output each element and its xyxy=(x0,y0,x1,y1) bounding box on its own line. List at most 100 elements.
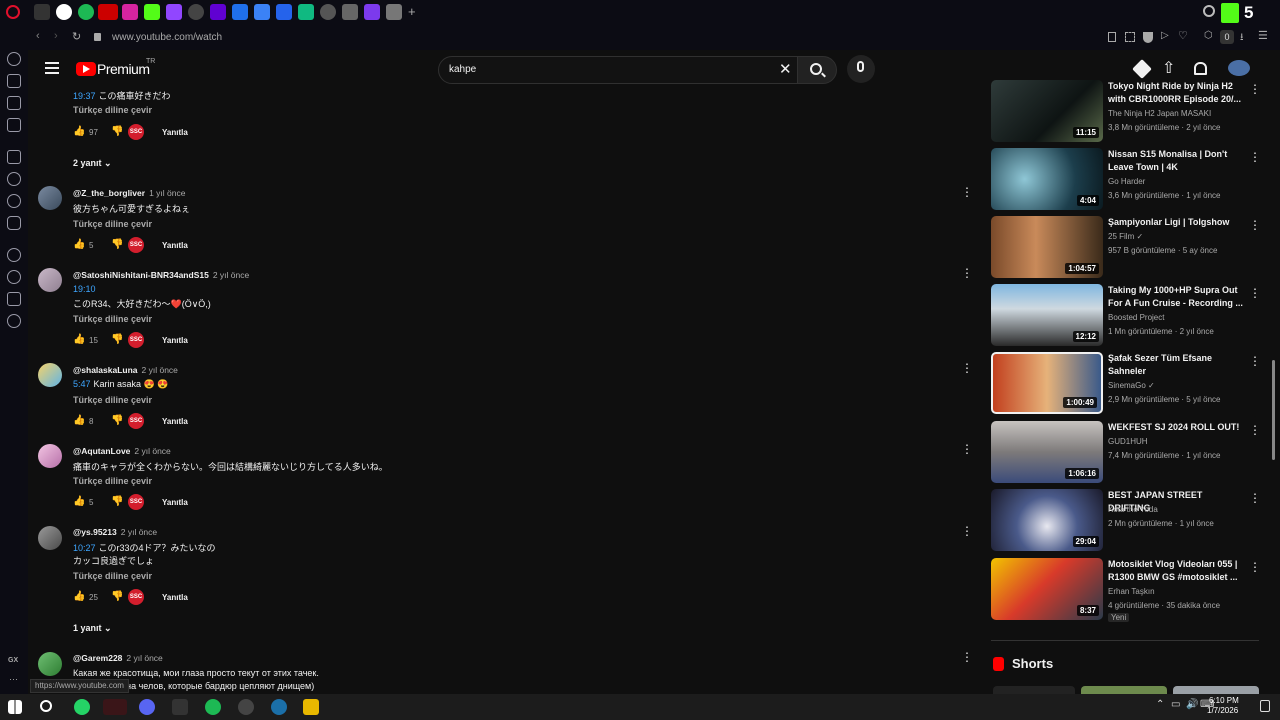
video-thumbnail[interactable]: 1:06:16 xyxy=(991,421,1103,483)
related-video-item[interactable]: 4:04 Nissan S15 Monalisa | Don't Leave T… xyxy=(991,148,1261,212)
tab-icon-10[interactable] xyxy=(254,4,270,20)
dislike-icon[interactable]: 👎 xyxy=(111,591,123,602)
related-video-item[interactable]: 29:04 BEST JAPAN STREET DRIFTING Kota th… xyxy=(991,489,1261,553)
related-video-item[interactable]: 1:06:16 WEKFEST SJ 2024 ROLL OUT! GUD1HU… xyxy=(991,421,1261,485)
related-video-item[interactable]: 8:37 Motosiklet Vlog Videoları 055 | R13… xyxy=(991,558,1261,622)
tab-icon-google[interactable] xyxy=(56,4,72,20)
tab-icon-instagram[interactable] xyxy=(122,4,138,20)
video-title[interactable]: Nissan S15 Monalisa | Don't Leave Town |… xyxy=(1108,148,1246,174)
show-replies-button[interactable]: 2 yanıt ⌄ xyxy=(73,158,112,169)
related-video-item[interactable]: 12:12 Taking My 1000+HP Supra Out For A … xyxy=(991,284,1261,348)
comment-author[interactable]: @Z_the_borgliver 1 yıl önce xyxy=(73,188,185,198)
comment-author[interactable]: @SatoshiNishitani-BNR34andS15 2 yıl önce xyxy=(73,270,249,280)
volume-icon[interactable]: 🔊 xyxy=(1186,699,1198,710)
search-input-text[interactable]: kahpe xyxy=(449,64,476,75)
comment-menu-icon[interactable]: ⋮ xyxy=(961,650,973,664)
tab-icon-13[interactable] xyxy=(320,4,336,20)
search-input[interactable]: kahpe ✕ xyxy=(438,56,798,84)
avatar[interactable] xyxy=(38,526,62,550)
translate-link[interactable]: Türkçe diline çevir xyxy=(73,105,152,115)
sidebar-extensions-icon[interactable] xyxy=(7,292,21,306)
taskbar-opera-icon[interactable] xyxy=(103,699,127,715)
avatar[interactable] xyxy=(38,186,62,210)
comment-timestamp-link[interactable]: 10:27 xyxy=(73,543,96,553)
dislike-icon[interactable]: 👎 xyxy=(111,496,123,507)
tab-icon-16[interactable] xyxy=(386,4,402,20)
video-menu-icon[interactable]: ⋮ xyxy=(1249,354,1261,368)
sidebar-icon-4[interactable] xyxy=(7,118,21,132)
play-icon[interactable]: ▷ xyxy=(1161,30,1169,41)
menu-icon[interactable]: ☰ xyxy=(1258,29,1268,42)
kick-extension-icon[interactable] xyxy=(1221,3,1239,23)
taskbar-search-icon[interactable] xyxy=(40,700,52,712)
related-video-item[interactable]: 1:00:49 Şafak Sezer Tüm Efsane Sahneler … xyxy=(991,352,1261,416)
translate-link[interactable]: Türkçe diline çevir xyxy=(73,314,152,324)
channel-name[interactable]: Erhan Taşkın xyxy=(1108,587,1155,596)
notifications-icon[interactable] xyxy=(1260,700,1270,712)
tab-icon-14[interactable] xyxy=(342,4,358,20)
comment-menu-icon[interactable]: ⋮ xyxy=(961,524,973,538)
video-thumbnail[interactable]: 1:00:49 xyxy=(991,352,1103,414)
video-title[interactable]: Motosiklet Vlog Videoları 055 | R1300 BM… xyxy=(1108,558,1246,584)
channel-name[interactable]: GUD1HUH xyxy=(1108,437,1148,446)
shorts-thumbnail[interactable] xyxy=(1081,686,1167,694)
shield-icon[interactable] xyxy=(1143,32,1153,43)
clear-search-icon[interactable]: ✕ xyxy=(779,60,792,78)
sidebar-icon-3[interactable] xyxy=(7,96,21,110)
account-avatar[interactable] xyxy=(1228,60,1250,76)
upload-icon[interactable]: ⇧ xyxy=(1162,58,1175,78)
dislike-icon[interactable]: 👎 xyxy=(111,239,123,250)
reply-button[interactable]: Yanıtla xyxy=(162,241,188,250)
reply-button[interactable]: Yanıtla xyxy=(162,593,188,602)
sidebar-whatsapp-icon[interactable] xyxy=(7,194,21,208)
video-thumbnail[interactable]: 4:04 xyxy=(991,148,1103,210)
taskbar-steam-icon[interactable] xyxy=(271,699,287,715)
channel-name[interactable]: Go Harder xyxy=(1108,177,1145,186)
network-icon[interactable]: ▭ xyxy=(1171,699,1180,710)
adblock-counter[interactable]: 0 xyxy=(1220,30,1234,44)
video-menu-icon[interactable]: ⋮ xyxy=(1249,286,1261,300)
video-thumbnail[interactable]: 11:15 xyxy=(991,80,1103,142)
taskbar-app-icon[interactable] xyxy=(303,699,319,715)
sidebar-icon-1[interactable] xyxy=(7,52,21,66)
like-icon[interactable]: 👍 xyxy=(73,415,85,426)
comment-menu-icon[interactable]: ⋮ xyxy=(961,266,973,280)
reply-button[interactable]: Yanıtla xyxy=(162,336,188,345)
url-field[interactable]: www.youtube.com/watch xyxy=(112,32,222,43)
opera-logo-icon[interactable] xyxy=(6,5,20,19)
youtube-logo-icon[interactable] xyxy=(76,62,96,76)
sidebar-twitch-icon[interactable] xyxy=(7,150,21,164)
tab-icon-twitch[interactable] xyxy=(166,4,182,20)
like-icon[interactable]: 👍 xyxy=(73,496,85,507)
tab-icon-yahoo[interactable] xyxy=(210,4,226,20)
bookmark-icon[interactable] xyxy=(1108,32,1116,42)
sidebar-more-icon[interactable]: ··· xyxy=(9,674,18,684)
taskbar-discord-icon[interactable] xyxy=(139,699,155,715)
show-replies-button[interactable]: 1 yanıt ⌄ xyxy=(73,623,112,634)
avatar[interactable] xyxy=(38,444,62,468)
voice-search-button[interactable] xyxy=(847,55,875,83)
windows-start-icon[interactable] xyxy=(8,700,22,714)
taskbar-whatsapp-icon[interactable] xyxy=(74,699,90,715)
new-tab-icon[interactable]: + xyxy=(408,4,416,19)
channel-name[interactable]: Boosted Project xyxy=(1108,313,1164,322)
channel-name[interactable]: The Ninja H2 Japan MASAKI xyxy=(1108,109,1211,118)
reply-button[interactable]: Yanıtla xyxy=(162,128,188,137)
tab-icon-kick[interactable] xyxy=(144,4,160,20)
tab-icon-9[interactable] xyxy=(232,4,248,20)
video-title[interactable]: Tokyo Night Ride by Ninja H2 with CBR100… xyxy=(1108,80,1246,106)
like-icon[interactable]: 👍 xyxy=(73,334,85,345)
hamburger-menu-icon[interactable] xyxy=(45,62,59,74)
reload-icon[interactable]: ↻ xyxy=(72,30,81,43)
channel-name[interactable]: Kota the Yoda xyxy=(1108,505,1158,514)
tab-icon-youtube-active[interactable] xyxy=(98,4,118,20)
clock-time[interactable]: 6:10 PM xyxy=(1209,696,1239,705)
video-thumbnail[interactable]: 29:04 xyxy=(991,489,1103,551)
dislike-icon[interactable]: 👎 xyxy=(111,126,123,137)
related-video-item[interactable]: 1:04:57 Şampiyonlar Ligi | Tolgshow 25 F… xyxy=(991,216,1261,280)
comment-author[interactable]: @Garem228 2 yıl önce xyxy=(73,653,163,663)
tab-icon-1[interactable] xyxy=(34,4,50,20)
sidebar-instagram-icon[interactable] xyxy=(7,216,21,230)
video-thumbnail[interactable]: 8:37 xyxy=(991,558,1103,620)
sidebar-settings-icon[interactable] xyxy=(7,314,21,328)
